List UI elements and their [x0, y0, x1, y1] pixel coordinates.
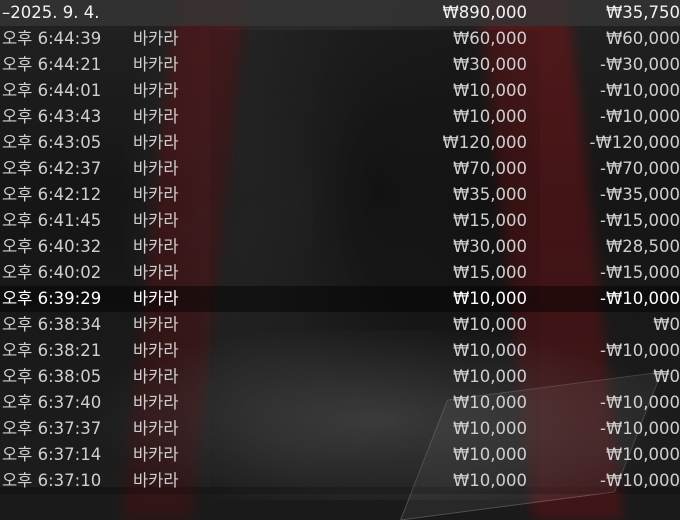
- row-win: -₩120,000: [589, 133, 680, 152]
- history-row[interactable]: 오후 6:42:37 바카라 ₩70,000 -₩70,000: [0, 156, 680, 182]
- row-win: -₩10,000: [599, 81, 680, 100]
- row-win: -₩10,000: [599, 393, 680, 412]
- row-win: ₩60,000: [605, 29, 680, 48]
- row-time: 오후 6:38:05: [2, 367, 102, 386]
- row-game: 바카라: [133, 289, 179, 308]
- row-win: -₩10,000: [599, 107, 680, 126]
- row-game: 바카라: [133, 315, 179, 334]
- history-row[interactable]: 오후 6:44:01 바카라 ₩10,000 -₩10,000: [0, 78, 680, 104]
- history-row[interactable]: 오후 6:38:21 바카라 ₩10,000 -₩10,000: [0, 338, 680, 364]
- history-row[interactable]: 오후 6:42:12 바카라 ₩35,000 -₩35,000: [0, 182, 680, 208]
- row-win: -₩70,000: [599, 159, 680, 178]
- row-time: 오후 6:40:02: [2, 263, 102, 282]
- row-bet: ₩60,000: [452, 29, 527, 48]
- history-row[interactable]: 오후 6:40:32 바카라 ₩30,000 ₩28,500: [0, 234, 680, 260]
- row-bet: ₩120,000: [442, 133, 527, 152]
- row-game: 바카라: [133, 263, 179, 282]
- row-bet: ₩15,000: [452, 263, 527, 282]
- history-row[interactable]: 오후 6:43:05 바카라 ₩120,000 -₩120,000: [0, 130, 680, 156]
- row-time: 오후 6:37:37: [2, 419, 102, 438]
- history-row[interactable]: 오후 6:44:21 바카라 ₩30,000 -₩30,000: [0, 52, 680, 78]
- row-game: 바카라: [133, 341, 179, 360]
- history-row[interactable]: 오후 6:37:40 바카라 ₩10,000 -₩10,000: [0, 390, 680, 416]
- row-bet: ₩10,000: [452, 289, 527, 308]
- row-bet: ₩10,000: [452, 107, 527, 126]
- row-bet: ₩30,000: [452, 55, 527, 74]
- row-bet: ₩70,000: [452, 159, 527, 178]
- row-bet: ₩30,000: [452, 237, 527, 256]
- history-row[interactable]: 오후 6:37:10 바카라 ₩10,000 -₩10,000: [0, 468, 680, 494]
- row-time: 오후 6:38:34: [2, 315, 102, 334]
- row-time: 오후 6:43:05: [2, 133, 102, 152]
- history-row-highlighted[interactable]: 오후 6:39:29 바카라 ₩10,000 -₩10,000: [0, 286, 680, 312]
- row-game: 바카라: [133, 445, 179, 464]
- row-game: 바카라: [133, 133, 179, 152]
- row-game: 바카라: [133, 393, 179, 412]
- row-win: -₩35,000: [599, 185, 680, 204]
- row-game: 바카라: [133, 81, 179, 100]
- row-time: 오후 6:37:14: [2, 445, 102, 464]
- bet-history-list: –2025. 9. 4. ₩890,000 ₩35,750 오후 6:44:39…: [0, 0, 680, 494]
- row-game: 바카라: [133, 471, 179, 490]
- row-win: -₩30,000: [599, 55, 680, 74]
- row-game: 바카라: [133, 185, 179, 204]
- row-time: 오후 6:37:40: [2, 393, 102, 412]
- row-bet: ₩10,000: [452, 81, 527, 100]
- row-win: -₩15,000: [599, 211, 680, 230]
- row-win: -₩15,000: [599, 263, 680, 282]
- row-time: 오후 6:42:37: [2, 159, 102, 178]
- row-time: 오후 6:41:45: [2, 211, 102, 230]
- row-time: 오후 6:44:01: [2, 81, 102, 100]
- row-game: 바카라: [133, 29, 179, 48]
- row-game: 바카라: [133, 419, 179, 438]
- row-win: ₩28,500: [605, 237, 680, 256]
- history-row[interactable]: 오후 6:38:34 바카라 ₩10,000 ₩0: [0, 312, 680, 338]
- row-time: 오후 6:43:43: [2, 107, 102, 126]
- row-time: 오후 6:44:21: [2, 55, 102, 74]
- row-bet: ₩10,000: [452, 341, 527, 360]
- row-game: 바카라: [133, 159, 179, 178]
- date-summary-row[interactable]: –2025. 9. 4. ₩890,000 ₩35,750: [0, 0, 680, 26]
- row-bet: ₩10,000: [452, 393, 527, 412]
- row-win: -₩10,000: [599, 471, 680, 490]
- row-time: 오후 6:40:32: [2, 237, 102, 256]
- row-time: 오후 6:39:29: [2, 289, 102, 308]
- row-game: 바카라: [133, 367, 179, 386]
- row-game: 바카라: [133, 107, 179, 126]
- row-bet: ₩35,000: [452, 185, 527, 204]
- history-row[interactable]: 오후 6:43:43 바카라 ₩10,000 -₩10,000: [0, 104, 680, 130]
- row-bet: ₩10,000: [452, 419, 527, 438]
- row-game: 바카라: [133, 211, 179, 230]
- row-bet: ₩15,000: [452, 211, 527, 230]
- row-time: 오후 6:38:21: [2, 341, 102, 360]
- row-win: ₩0: [653, 315, 680, 334]
- history-row[interactable]: 오후 6:41:45 바카라 ₩15,000 -₩15,000: [0, 208, 680, 234]
- history-row[interactable]: 오후 6:40:02 바카라 ₩15,000 -₩15,000: [0, 260, 680, 286]
- row-time: 오후 6:42:12: [2, 185, 102, 204]
- row-win: -₩10,000: [599, 419, 680, 438]
- row-bet: ₩10,000: [452, 471, 527, 490]
- row-win: ₩0: [653, 367, 680, 386]
- row-bet: ₩10,000: [452, 367, 527, 386]
- row-time: 오후 6:37:10: [2, 471, 102, 490]
- row-win: ₩10,000: [605, 445, 680, 464]
- row-win: -₩10,000: [599, 341, 680, 360]
- history-row[interactable]: 오후 6:37:14 바카라 ₩10,000 ₩10,000: [0, 442, 680, 468]
- history-row[interactable]: 오후 6:44:39 바카라 ₩60,000 ₩60,000: [0, 26, 680, 52]
- row-bet: ₩10,000: [452, 445, 527, 464]
- summary-date: –2025. 9. 4.: [2, 3, 100, 22]
- history-row[interactable]: 오후 6:37:37 바카라 ₩10,000 -₩10,000: [0, 416, 680, 442]
- row-game: 바카라: [133, 55, 179, 74]
- summary-total-bet: ₩890,000: [442, 3, 527, 22]
- row-bet: ₩10,000: [452, 315, 527, 334]
- history-row[interactable]: 오후 6:38:05 바카라 ₩10,000 ₩0: [0, 364, 680, 390]
- row-win: -₩10,000: [599, 289, 680, 308]
- row-time: 오후 6:44:39: [2, 29, 102, 48]
- summary-total-win: ₩35,750: [605, 3, 680, 22]
- row-game: 바카라: [133, 237, 179, 256]
